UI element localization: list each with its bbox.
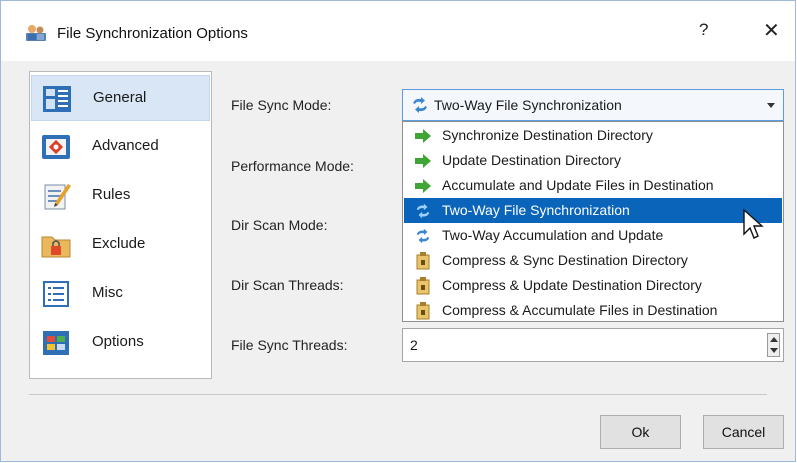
nav-label-general: General	[93, 89, 147, 106]
compress-icon	[416, 252, 430, 270]
two-way-sync-icon	[413, 97, 427, 113]
file-sync-threads-value: 2	[410, 337, 418, 353]
options-icon	[43, 331, 69, 355]
ok-button[interactable]: Ok	[600, 415, 681, 449]
dropdown-option-label: Compress & Sync Destination Directory	[442, 252, 688, 268]
nav-item-misc[interactable]: Misc	[31, 271, 210, 317]
dropdown-option-label: Accumulate and Update Files in Destinati…	[442, 177, 714, 193]
spin-buttons[interactable]	[767, 333, 780, 357]
category-list: General Advanced Rules Exclude Misc Opti…	[29, 71, 212, 379]
dropdown-option-label: Update Destination Directory	[442, 152, 621, 168]
compress-icon	[416, 302, 430, 320]
dropdown-option-highlighted[interactable]: Two-Way File Synchronization	[404, 198, 782, 223]
nav-label-options: Options	[92, 333, 144, 350]
chevron-down-icon[interactable]	[767, 103, 775, 108]
nav-label-advanced: Advanced	[92, 137, 159, 154]
file-sync-mode-label: File Sync Mode:	[231, 97, 332, 113]
two-way-sync-icon	[416, 228, 430, 244]
title-bar: File Synchronization Options ? ✕	[1, 1, 795, 61]
dropdown-option[interactable]: Update Destination Directory	[404, 148, 782, 173]
mouse-cursor-icon	[743, 208, 764, 239]
dropdown-option-label: Compress & Update Destination Directory	[442, 277, 702, 293]
nav-label-rules: Rules	[92, 186, 131, 203]
app-icon	[26, 25, 46, 41]
dropdown-option[interactable]: Compress & Update Destination Directory	[404, 273, 782, 298]
dropdown-option-label: Compress & Accumulate Files in Destinati…	[442, 302, 718, 318]
dropdown-option-label: Synchronize Destination Directory	[442, 127, 653, 143]
advanced-icon	[42, 135, 70, 159]
nav-item-rules[interactable]: Rules	[31, 173, 210, 219]
dropdown-option[interactable]: Compress & Accumulate Files in Destinati…	[404, 298, 782, 323]
nav-item-advanced[interactable]: Advanced	[31, 124, 210, 170]
dropdown-option[interactable]: Compress & Sync Destination Directory	[404, 248, 782, 273]
file-sync-mode-dropdown: Synchronize Destination Directory Update…	[402, 121, 784, 322]
nav-item-general[interactable]: General	[31, 75, 210, 121]
close-button[interactable]: ✕	[763, 18, 780, 43]
nav-item-options[interactable]: Options	[31, 320, 210, 366]
help-button[interactable]: ?	[699, 20, 708, 40]
nav-label-exclude: Exclude	[92, 235, 146, 252]
cancel-button[interactable]: Cancel	[703, 415, 784, 449]
nav-item-exclude[interactable]: Exclude	[31, 222, 210, 268]
dir-scan-mode-label: Dir Scan Mode:	[231, 217, 328, 233]
dropdown-option[interactable]: Two-Way Accumulation and Update	[404, 223, 782, 248]
dropdown-option-label: Two-Way Accumulation and Update	[442, 227, 664, 243]
exclude-icon	[41, 236, 71, 258]
rules-icon	[44, 184, 71, 210]
dir-scan-threads-label: Dir Scan Threads:	[231, 277, 344, 293]
file-sync-threads-spinbox[interactable]: 2	[402, 328, 784, 362]
dropdown-option-label: Two-Way File Synchronization	[442, 202, 630, 218]
file-sync-mode-value: Two-Way File Synchronization	[434, 97, 622, 113]
spin-up-icon[interactable]	[770, 337, 778, 342]
dialog-window: File Synchronization Options ? ✕ General	[0, 0, 796, 462]
file-sync-threads-label: File Sync Threads:	[231, 337, 348, 353]
compress-icon	[416, 277, 430, 295]
green-arrow-icon	[415, 129, 431, 143]
footer-divider	[29, 394, 767, 395]
nav-label-misc: Misc	[92, 284, 123, 301]
two-way-sync-icon	[416, 203, 430, 219]
dropdown-option[interactable]: Synchronize Destination Directory	[404, 123, 782, 148]
spin-down-icon[interactable]	[770, 348, 778, 353]
green-arrow-icon	[415, 154, 431, 168]
green-arrow-icon	[415, 179, 431, 193]
general-icon	[43, 86, 71, 112]
performance-mode-label: Performance Mode:	[231, 158, 354, 174]
window-title: File Synchronization Options	[57, 25, 248, 42]
dropdown-option[interactable]: Accumulate and Update Files in Destinati…	[404, 173, 782, 198]
file-sync-mode-combobox[interactable]: Two-Way File Synchronization	[402, 89, 784, 121]
misc-icon	[43, 281, 69, 307]
